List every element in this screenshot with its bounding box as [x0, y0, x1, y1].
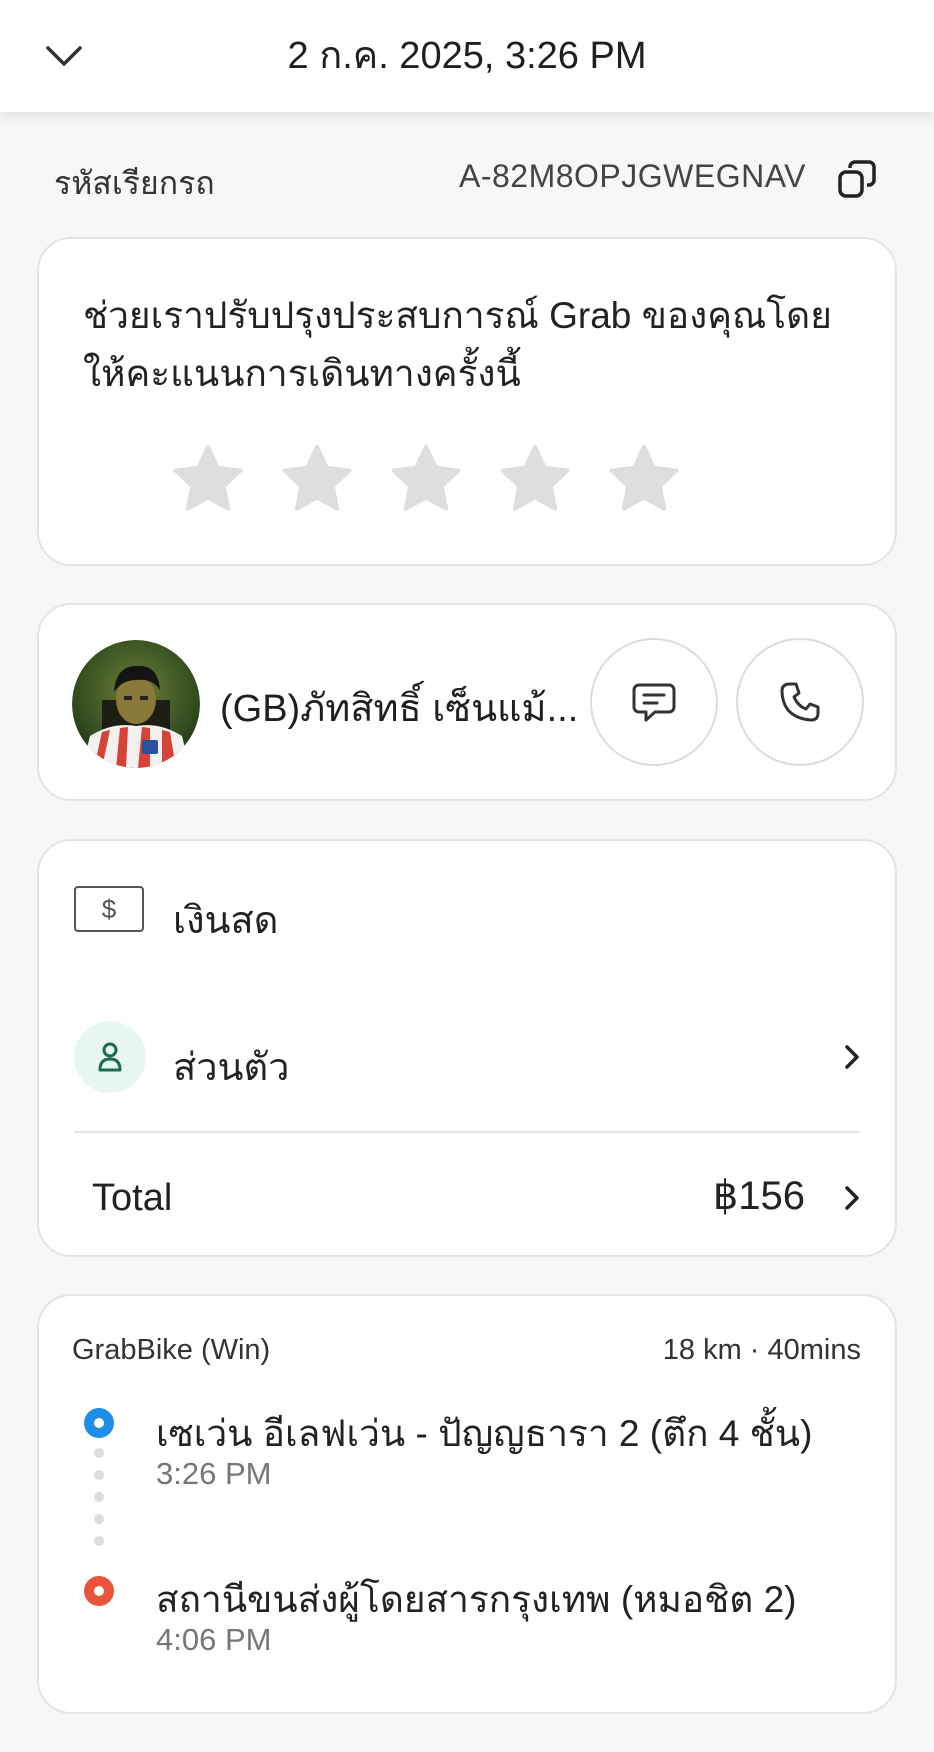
dropoff-time: 4:06 PM	[156, 1622, 272, 1657]
person-icon	[98, 1042, 122, 1072]
dropoff-marker-icon	[84, 1576, 114, 1606]
star-icon-3[interactable]	[388, 441, 464, 517]
payment-card: $ เงินสด ส่วนตัว Total ฿156	[37, 839, 897, 1257]
pickup-time: 3:26 PM	[156, 1456, 272, 1491]
total-value: ฿156	[712, 1174, 805, 1218]
total-label: Total	[92, 1177, 173, 1219]
cash-symbol: $	[101, 893, 117, 924]
copy-icon	[838, 160, 876, 198]
star-icon-5[interactable]	[606, 441, 682, 517]
star-icon-2[interactable]	[279, 441, 355, 517]
route-dot	[94, 1448, 104, 1458]
chat-button[interactable]	[590, 638, 718, 766]
service-type: GrabBike (Win)	[72, 1334, 271, 1366]
chat-icon	[632, 683, 676, 722]
total-row[interactable]: Total ฿156	[39, 1153, 895, 1241]
profile-label: ส่วนตัว	[173, 1047, 290, 1089]
booking-code-row: รหัสเรียกรถ A-82M8OPJGWEGNAV	[0, 148, 934, 208]
trip-distance-duration: 18 km · 40mins	[662, 1334, 861, 1366]
booking-code-label: รหัสเรียกรถ	[54, 165, 215, 201]
profile-row[interactable]	[39, 1001, 895, 1113]
star-icon-1[interactable]	[170, 441, 246, 517]
chevron-right-icon	[845, 1045, 859, 1069]
page-title: 2 ก.ค. 2025, 3:26 PM	[287, 35, 647, 77]
avatar-photo	[72, 640, 200, 768]
dropoff-location: สถานีขนส่งผู้โดยสารกรุงเทพ (หมอชิต 2)	[156, 1579, 797, 1620]
driver-name: (GB)ภัทสิทธิ์ เซ็นแม้...	[220, 688, 579, 730]
copy-button[interactable]	[832, 154, 882, 204]
call-button[interactable]	[736, 638, 864, 766]
trip-details-card: GrabBike (Win) 18 km · 40mins เซเว่น อีเ…	[37, 1294, 897, 1714]
rating-prompt: ช่วยเราปรับปรุงประสบการณ์ Grab ของคุณโดย…	[83, 295, 832, 394]
driver-card: (GB)ภัทสิทธิ์ เซ็นแม้...	[37, 603, 897, 801]
driver-avatar[interactable]	[72, 640, 200, 768]
divider	[74, 1131, 860, 1133]
route-dot	[94, 1536, 104, 1546]
cash-icon: $	[74, 886, 144, 932]
star-icon-4[interactable]	[497, 441, 573, 517]
booking-code-value: A-82M8OPJGWEGNAV	[458, 158, 806, 194]
star-rating	[170, 441, 682, 517]
profile-icon	[74, 1021, 146, 1093]
payment-method-label: เงินสด	[173, 900, 279, 942]
route-dot	[94, 1514, 104, 1524]
chevron-right-icon	[845, 1186, 859, 1210]
route-dot	[94, 1492, 104, 1502]
phone-icon	[780, 682, 820, 722]
pickup-location: เซเว่น อีเลฟเว่น - ปัญญธารา 2 (ตึก 4 ชั้…	[156, 1413, 813, 1454]
route-dot	[94, 1470, 104, 1480]
pickup-marker-icon	[84, 1408, 114, 1438]
top-bar: 2 ก.ค. 2025, 3:26 PM	[0, 0, 934, 112]
